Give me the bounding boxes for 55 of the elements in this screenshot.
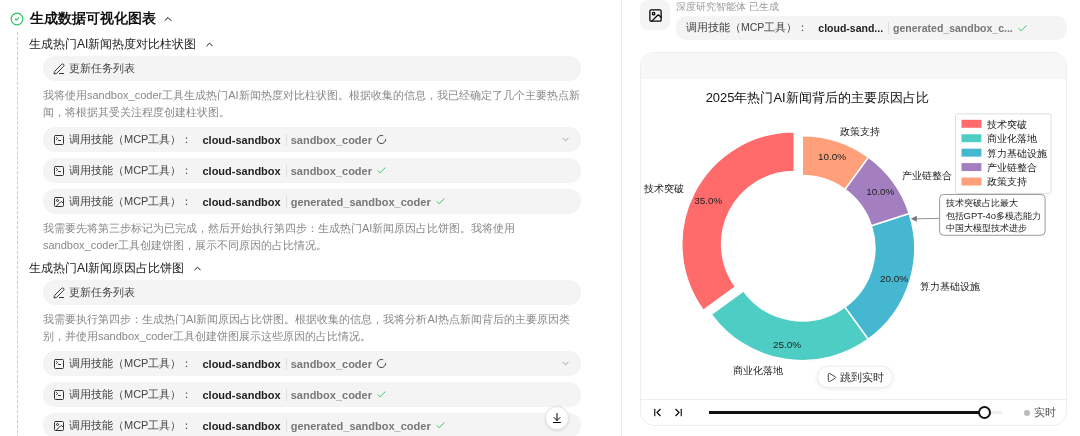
tool-call-item[interactable]: 调用技能（MCP工具）： cloud-sandbox sandbox_coder (43, 127, 581, 152)
value-label: 10.0% (818, 151, 847, 163)
live-label: 实时 (1024, 405, 1056, 421)
pencil-icon (53, 286, 65, 299)
slice-label: 政策支持 (840, 125, 881, 137)
slice-label: 产业链整合 (902, 170, 953, 182)
legend-label: 政策支持 (987, 176, 1028, 188)
legend-label: 算力基础设施 (987, 147, 1048, 159)
tool-call-item[interactable]: 调用技能（MCP工具）： cloud-sandbox sandbox_coder (43, 382, 581, 407)
section-title: 生成数据可视化图表 (30, 10, 156, 28)
slice-label: 商业化落地 (732, 365, 783, 377)
annotation-text: 中国大模型技术进步 (945, 222, 1027, 233)
message-text: 我需要执行第四步：生成热门AI新闻原因占比饼图。根据收集的信息，我将分析AI热点新闻背后的主要原因类别，并使用sandbox_coder工具创建饼图展示这些原因的占比情况。 (43, 312, 571, 344)
legend-label: 商业化落地 (987, 132, 1038, 144)
annotation-text: 包括GPT-4o多模态能力 (945, 209, 1042, 221)
message-text: 我将使用sandbox_coder工具生成热门AI新闻热度对比柱状图。根据收集的信息，我已经确定了几个主要热点新闻，将根据其受关注程度创建柱状图。 (43, 88, 581, 120)
legend-item: 技术突破 (961, 118, 1028, 130)
image-icon (53, 419, 65, 432)
task-list-item[interactable]: 更新任务列表 (43, 280, 581, 305)
step-title: 生成热门AI新闻原因占比饼图 (29, 259, 185, 277)
value-label: 25.0% (773, 338, 802, 350)
slice-label: 技术突破 (644, 182, 685, 194)
step-title: 生成热门AI新闻热度对比柱状图 (29, 35, 197, 53)
tool-call-item[interactable]: 调用技能（MCP工具）： cloud-sandbox sandbox_coder (43, 351, 581, 376)
legend-label: 产业链整合 (987, 161, 1038, 173)
arrow-down-icon (551, 412, 563, 424)
value-label: 10.0% (866, 186, 895, 198)
tool-call-item[interactable]: 调用技能（MCP工具）： cloud-sandbox generated_sandbox_coder (43, 413, 581, 436)
task-list-item[interactable]: 更新任务列表 (43, 56, 581, 81)
slider-thumb[interactable] (978, 406, 992, 420)
legend-item: 产业链整合 (961, 161, 1038, 173)
message-text: 我需要先将第三步标记为已完成，然后开始执行第四步：生成热门AI新闻原因占比饼图。我将使用sandbox_coder工具创建饼图，展示不同原因的占比情况。 (43, 221, 517, 253)
value-label: 35.0% (694, 195, 723, 206)
annotation-text: 技术突破占比最大 (945, 197, 1018, 209)
value-label: 20.0% (879, 272, 909, 284)
chart-title: 2025年热门AI新闻背后的主要原因占比 (705, 89, 929, 105)
legend-label: 技术突破 (986, 118, 1028, 130)
image-icon (647, 7, 663, 23)
pencil-icon (53, 62, 65, 75)
legend-item: 政策支持 (961, 176, 1028, 188)
tool-call-item[interactable]: 调用技能（MCP工具）： cloud-sand... generated_sandbox_c... (676, 16, 1067, 40)
legend-item: 算力基础设施 (961, 147, 1048, 159)
agent-status: 深度研究智能体 已生成 (676, 0, 780, 14)
terminal-icon (53, 164, 65, 177)
annotation-arrow (910, 215, 940, 222)
legend-item: 商业化落地 (961, 132, 1038, 144)
terminal-icon (53, 357, 65, 370)
terminal-icon (53, 133, 65, 146)
tool-call-item[interactable]: 调用技能（MCP工具）： cloud-sandbox sandbox_coder (43, 158, 581, 183)
play-icon (826, 371, 837, 383)
terminal-icon (53, 388, 65, 401)
image-icon (53, 195, 65, 208)
tool-call-item[interactable]: 调用技能（MCP工具）： cloud-sandbox generated_sandbox_coder (43, 189, 581, 214)
jump-to-live-button[interactable]: 跳到实时 (817, 366, 893, 388)
slice-label: 算力基础设施 (919, 281, 980, 293)
